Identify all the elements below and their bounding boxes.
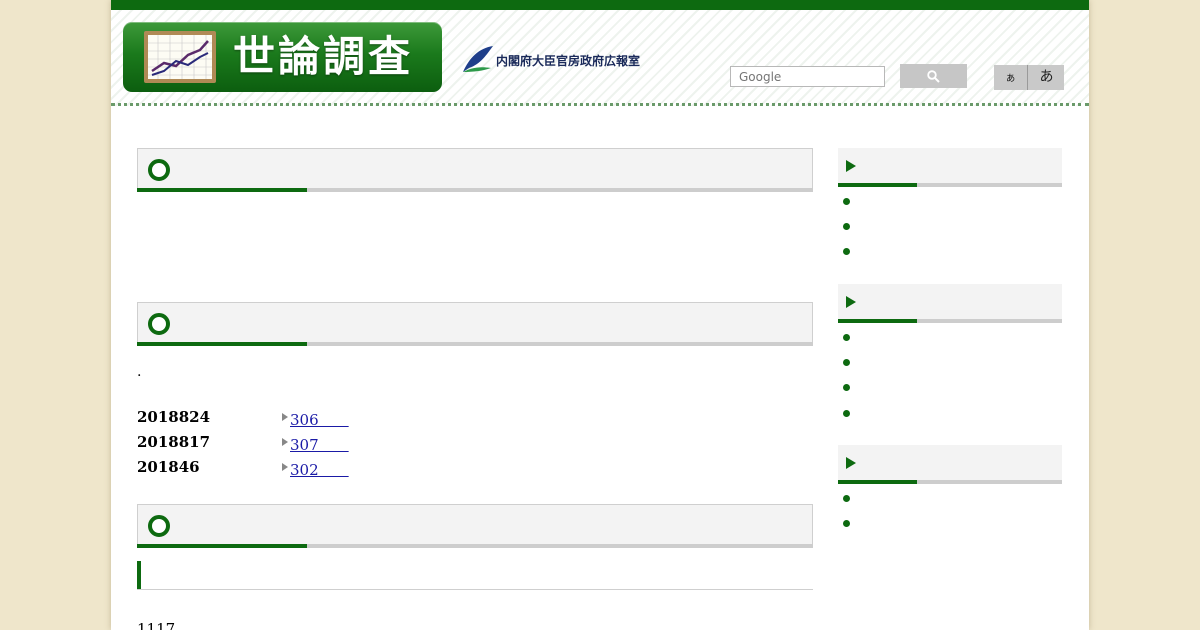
page-container: 世論調査 内閣府大臣官房政府広報室 ぁ あ (111, 0, 1089, 630)
section-text: . (137, 364, 142, 380)
play-triangle-icon (846, 457, 856, 469)
ring-icon (148, 515, 170, 537)
news-date: 201846 (137, 458, 200, 476)
logo-title: 世論調査 (233, 32, 414, 81)
news-item: 2018824 306 (137, 408, 537, 430)
sidebar-heading-3 (838, 445, 1062, 484)
site-header: 世論調査 内閣府大臣官房政府広報室 ぁ あ (111, 10, 1089, 106)
search-input[interactable] (730, 66, 885, 87)
bottom-text: 1117 (137, 620, 176, 630)
ring-icon (148, 159, 170, 181)
news-link[interactable]: 306 (290, 409, 349, 430)
subsection-heading (137, 561, 813, 590)
news-link[interactable]: 302 (290, 459, 349, 480)
search-icon (927, 70, 940, 83)
news-date: 2018824 (137, 408, 211, 426)
news-item: 201846 302 (137, 458, 537, 480)
bullet-dot-icon[interactable] (843, 223, 850, 230)
subsection-marker (137, 561, 141, 589)
play-triangle-icon (846, 160, 856, 172)
section-heading-1 (137, 148, 813, 192)
font-size-small-button[interactable]: ぁ (994, 65, 1028, 90)
play-triangle-icon (846, 296, 856, 308)
bullet-dot-icon[interactable] (843, 334, 850, 341)
font-size-large-button[interactable]: あ (1029, 65, 1064, 90)
bullet-dot-icon[interactable] (843, 359, 850, 366)
leaf-emblem-icon (463, 46, 493, 72)
header-dotted-border (111, 103, 1089, 106)
chart-icon (144, 31, 216, 83)
section-heading-3 (137, 504, 813, 548)
news-date: 2018817 (137, 433, 211, 451)
section-heading-2 (137, 302, 813, 346)
site-logo[interactable]: 世論調査 (123, 22, 442, 92)
font-size-switcher: ぁ あ (994, 65, 1064, 90)
bullet-dot-icon[interactable] (843, 384, 850, 391)
bullet-dot-icon[interactable] (843, 520, 850, 527)
triangle-right-icon (282, 463, 288, 471)
triangle-right-icon (282, 413, 288, 421)
sidebar-heading-1 (838, 148, 1062, 187)
agency-name: 内閣府大臣官房政府広報室 (496, 54, 641, 68)
bullet-dot-icon[interactable] (843, 410, 850, 417)
search-button[interactable] (900, 64, 967, 88)
bullet-dot-icon[interactable] (843, 248, 850, 255)
ring-icon (148, 313, 170, 335)
bullet-dot-icon[interactable] (843, 495, 850, 502)
news-link[interactable]: 307 (290, 434, 349, 455)
triangle-right-icon (282, 438, 288, 446)
news-item: 2018817 307 (137, 433, 537, 455)
top-green-bar (111, 0, 1089, 10)
sidebar-heading-2 (838, 284, 1062, 323)
bullet-dot-icon[interactable] (843, 198, 850, 205)
